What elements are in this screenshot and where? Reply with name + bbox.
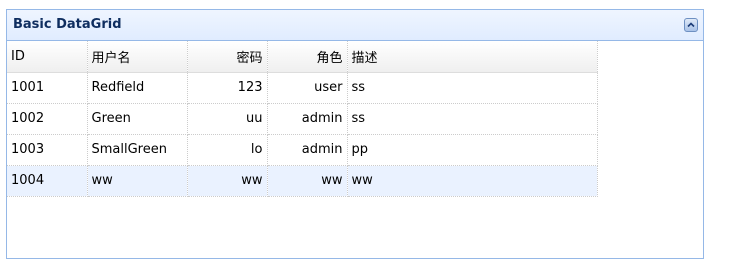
cell-id[interactable]: 1003 xyxy=(7,134,88,166)
cell-description[interactable]: ww xyxy=(347,165,598,197)
column-header-username[interactable]: 用户名 xyxy=(87,41,188,73)
datagrid-panel: Basic DataGrid ID 用户名 密码 角色 描述 1001 Redf… xyxy=(6,9,704,259)
cell-password[interactable]: lo xyxy=(187,134,268,166)
column-header-password[interactable]: 密码 xyxy=(187,41,268,73)
cell-username[interactable]: SmallGreen xyxy=(87,134,188,166)
cell-username[interactable]: ww xyxy=(87,165,188,197)
cell-description[interactable]: pp xyxy=(347,134,598,166)
column-header-id[interactable]: ID xyxy=(7,41,88,73)
cell-id[interactable]: 1004 xyxy=(7,165,88,197)
table-row-highlighted[interactable]: 1004 ww ww ww ww xyxy=(7,165,598,197)
cell-id[interactable]: 1002 xyxy=(7,103,88,135)
table-row[interactable]: 1003 SmallGreen lo admin pp xyxy=(7,134,598,166)
header-row: ID 用户名 密码 角色 描述 xyxy=(7,41,598,73)
cell-password[interactable]: uu xyxy=(187,103,268,135)
cell-description[interactable]: ss xyxy=(347,72,598,104)
cell-password[interactable]: 123 xyxy=(187,72,268,104)
cell-password[interactable]: ww xyxy=(187,165,268,197)
cell-username[interactable]: Redfield xyxy=(87,72,188,104)
column-header-role[interactable]: 角色 xyxy=(267,41,348,73)
cell-description[interactable]: ss xyxy=(347,103,598,135)
cell-role[interactable]: user xyxy=(267,72,348,104)
collapse-up-icon xyxy=(685,19,697,31)
panel-header: Basic DataGrid xyxy=(7,10,703,41)
table-row[interactable]: 1001 Redfield 123 user ss xyxy=(7,72,598,104)
collapse-button[interactable] xyxy=(684,18,698,32)
cell-username[interactable]: Green xyxy=(87,103,188,135)
cell-id[interactable]: 1001 xyxy=(7,72,88,104)
panel-title: Basic DataGrid xyxy=(13,17,122,32)
table-row[interactable]: 1002 Green uu admin ss xyxy=(7,103,598,135)
cell-role[interactable]: admin xyxy=(267,134,348,166)
cell-role[interactable]: admin xyxy=(267,103,348,135)
cell-role[interactable]: ww xyxy=(267,165,348,197)
column-header-description[interactable]: 描述 xyxy=(347,41,598,73)
datagrid-table: ID 用户名 密码 角色 描述 1001 Redfield 123 user s… xyxy=(7,41,598,197)
